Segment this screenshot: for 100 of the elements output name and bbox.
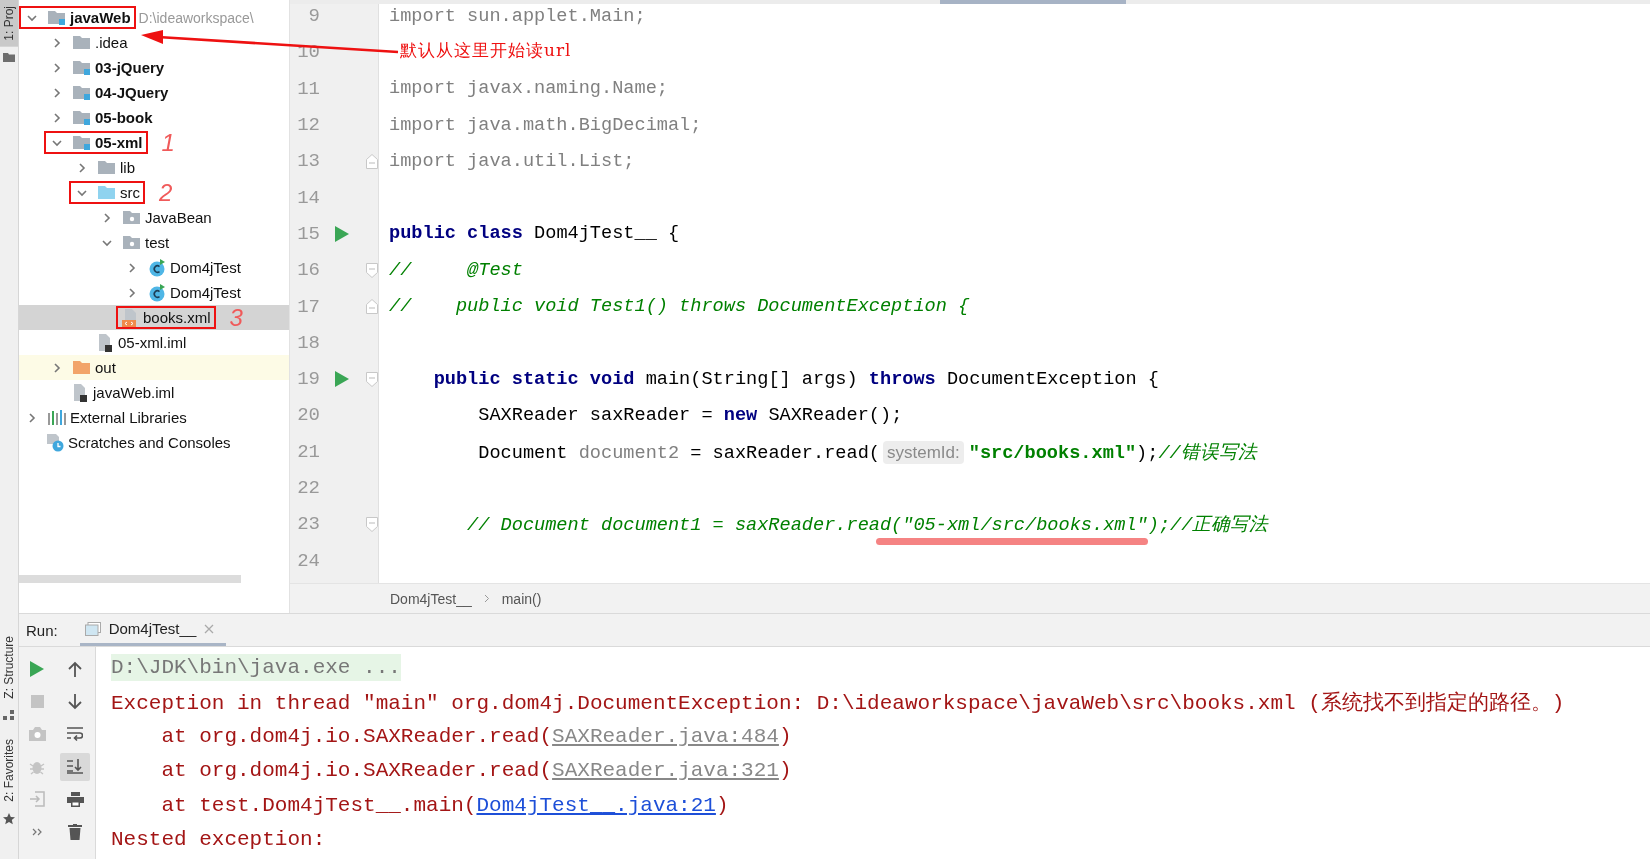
more-icon[interactable] [31, 827, 43, 836]
line-number: 12 [296, 114, 320, 137]
item-label: JavaBean [145, 209, 212, 226]
line-number: 9 [307, 5, 320, 28]
package-folder-icon [123, 235, 141, 250]
chevron-right-icon[interactable] [126, 261, 138, 274]
item-label: 05-book [95, 109, 153, 126]
package-folder-icon [123, 210, 141, 225]
module-folder-icon [73, 135, 91, 150]
path-hint: D:\ideaworkspace\ [138, 9, 254, 26]
arrow-up-icon [68, 661, 82, 678]
tree-item[interactable]: javaWeb D:\ideaworkspace\ [19, 5, 289, 30]
tree-item[interactable]: 05-xml.iml [19, 330, 289, 355]
fold-marker-icon[interactable] [366, 299, 378, 314]
star-icon [3, 813, 15, 825]
line-number: 21 [296, 440, 320, 463]
tool-window-tab[interactable]: 2: Favorites [0, 733, 18, 808]
chevron-right-icon[interactable] [51, 86, 63, 99]
source-link[interactable]: SAXReader.java:321 [552, 759, 779, 783]
module-folder-icon [73, 110, 91, 125]
line-number: 17 [296, 295, 320, 318]
chevron-right-icon[interactable] [51, 61, 63, 74]
tree-item[interactable]: 03-jQuery [19, 55, 289, 80]
chevron-right-icon[interactable] [51, 111, 63, 124]
run-icon[interactable] [30, 661, 44, 678]
class-icon [148, 283, 166, 302]
folder-icon [98, 185, 116, 200]
tree-item[interactable]: test [19, 230, 289, 255]
scroll-to-end-icon [67, 759, 83, 775]
chevron-right-icon[interactable] [26, 411, 38, 424]
scrollbar[interactable] [19, 575, 241, 583]
tree-item[interactable]: External Libraries [19, 405, 289, 430]
chevron-right-icon[interactable] [51, 36, 63, 49]
line-number: 19 [296, 368, 320, 391]
file-icon [96, 333, 114, 352]
handwritten-number: 2 [159, 180, 173, 205]
code-line: SAXReader saxReader = new SAXReader(); [477, 404, 903, 426]
panel-label: Run: [26, 621, 58, 639]
console-line: at org.dom4j.io.SAXReader.read(SAXReader.java:321) [160, 759, 792, 783]
line-number: 20 [296, 404, 320, 427]
item-label: Scratches and Consoles [68, 434, 231, 451]
tree-item[interactable]: Dom4jTest [19, 280, 289, 305]
tree-item[interactable]: src 2 [19, 180, 289, 205]
breadcrumb-item[interactable]: main() [501, 590, 542, 607]
tool-window-tab[interactable]: 1: Proj [0, 0, 18, 47]
breadcrumb-item[interactable]: Dom4jTest__ [390, 590, 472, 607]
handwritten-number: 3 [229, 305, 243, 330]
item-label: Dom4jTest [170, 259, 241, 276]
line-number: 13 [296, 150, 320, 173]
tree-item[interactable]: javaWeb.iml [19, 380, 289, 405]
source-link[interactable]: SAXReader.java:484 [552, 724, 779, 748]
tool-window-tab[interactable]: Z: Structure [0, 629, 18, 705]
tree-item[interactable]: 05-book [19, 105, 289, 130]
tree-item[interactable]: Scratches and Consoles [19, 430, 289, 455]
folder-icon [3, 51, 15, 62]
tree-item[interactable]: JavaBean [19, 205, 289, 230]
run-tab[interactable]: Dom4jTest__ [79, 614, 227, 646]
item-label: javaWeb [70, 9, 131, 26]
trash-icon [68, 823, 82, 840]
tree-item[interactable]: out [19, 355, 289, 380]
item-label: 05-xml [95, 134, 143, 151]
module-folder-icon [73, 60, 91, 75]
tree-item[interactable]: lib [19, 155, 289, 180]
item-label: External Libraries [70, 409, 187, 426]
chevron-right-icon[interactable] [101, 211, 113, 224]
line-number: 11 [296, 77, 320, 100]
run-icon[interactable] [335, 225, 349, 242]
item-label: .idea [95, 34, 128, 51]
module-folder-icon [73, 85, 91, 100]
code-line: import java.util.List; [389, 150, 635, 172]
structure-icon [3, 709, 15, 722]
folder-icon [73, 35, 91, 50]
annotation-text: 默认从这里开始读url [400, 39, 572, 62]
chevron-right-icon[interactable] [126, 286, 138, 299]
tree-item[interactable]: books.xml 3 [19, 305, 289, 330]
fold-marker-icon[interactable] [366, 516, 378, 532]
fold-marker-icon[interactable] [366, 371, 378, 387]
run-icon[interactable] [335, 371, 349, 388]
tree-item[interactable]: .idea [19, 30, 289, 55]
folder-icon [98, 160, 116, 175]
chevron-right-icon [483, 594, 490, 603]
library-icon [48, 410, 66, 425]
item-label: 03-jQuery [95, 59, 165, 76]
code-line: public class Dom4jTest__ { [389, 223, 680, 245]
scratch-file-icon [46, 433, 64, 452]
folder-icon [73, 360, 91, 375]
chevron-right-icon[interactable] [76, 161, 88, 174]
chevron-right-icon[interactable] [51, 361, 63, 374]
scroll-end-button[interactable] [60, 752, 90, 781]
fold-marker-icon[interactable] [366, 153, 378, 169]
line-number: 16 [296, 259, 320, 282]
line-number: 18 [296, 331, 320, 354]
tree-item[interactable]: 05-xml 1 [19, 130, 289, 155]
tree-item[interactable]: Dom4jTest [19, 255, 289, 280]
item-label: 04-JQuery [95, 84, 169, 101]
tree-item[interactable]: 04-JQuery [19, 80, 289, 105]
fold-marker-icon[interactable] [366, 262, 378, 278]
source-link[interactable]: Dom4jTest__.java:21 [476, 793, 716, 817]
code-line: // Document document1 = saxReader.read("05-xml/src/books.xml");//正确写法 [389, 511, 1269, 538]
handwritten-number: 1 [161, 130, 175, 155]
